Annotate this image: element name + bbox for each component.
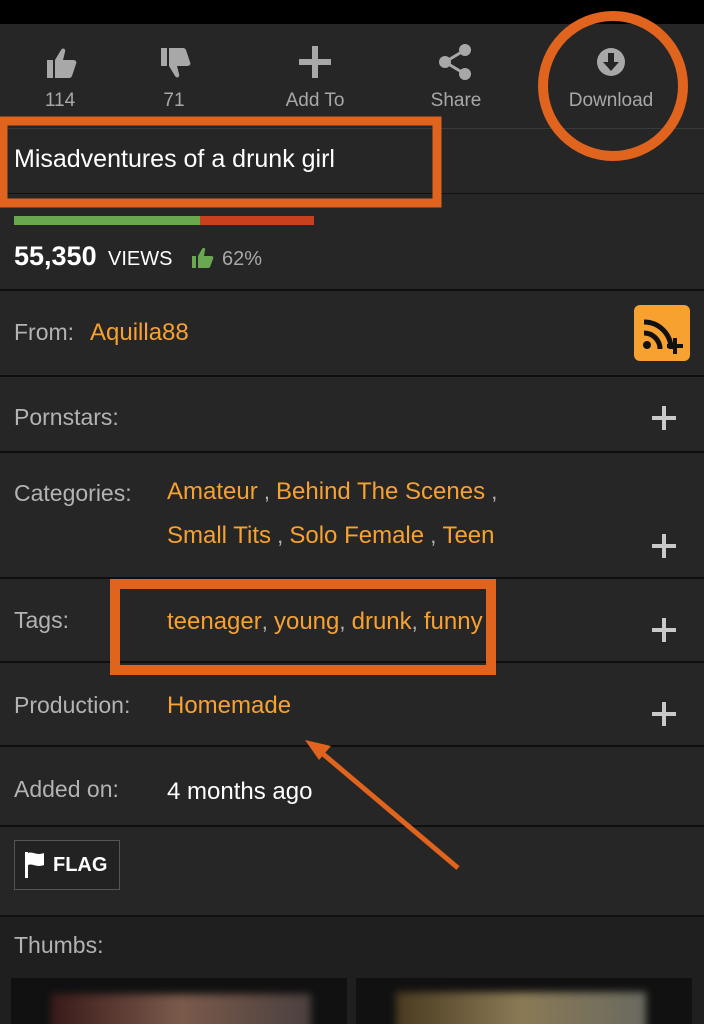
category-link[interactable]: Amateur xyxy=(167,478,258,505)
flag-button[interactable]: FLAG xyxy=(14,840,120,890)
tag-link[interactable]: teenager xyxy=(167,608,262,635)
dislike-count: 71 xyxy=(163,90,185,111)
uploader-link[interactable]: Aquilla88 xyxy=(90,319,189,347)
like-button[interactable]: 114 xyxy=(0,38,120,112)
add-tag-button[interactable] xyxy=(652,618,676,642)
plus-icon xyxy=(255,38,375,88)
pornstars-label: Pornstars: xyxy=(14,404,119,430)
views-label: VIEWS xyxy=(108,248,173,270)
thumbs-down-icon xyxy=(114,38,234,88)
like-count: 114 xyxy=(44,90,76,111)
thumbs-label: Thumbs: xyxy=(14,932,104,958)
download-icon xyxy=(551,38,671,88)
dislike-button[interactable]: 71 xyxy=(114,38,234,112)
share-button[interactable]: Share xyxy=(396,38,516,112)
rating-percent: 62% xyxy=(222,248,263,270)
tag-link[interactable]: drunk xyxy=(352,608,412,635)
category-link[interactable]: Behind The Scenes xyxy=(276,478,485,505)
rating-bar xyxy=(14,216,314,225)
category-link[interactable]: Teen xyxy=(442,522,494,549)
flag-label: FLAG xyxy=(53,854,108,876)
thumbs-up-icon xyxy=(0,38,120,88)
tags-list: teenager, young, drunk, funny xyxy=(167,608,483,635)
production-link[interactable]: Homemade xyxy=(167,692,291,720)
categories-label: Categories: xyxy=(14,480,132,506)
production-label: Production: xyxy=(14,692,131,718)
rating-bar-positive xyxy=(14,216,200,225)
add-production-button[interactable] xyxy=(652,702,676,726)
categories-row xyxy=(0,453,704,579)
thumbnail-2[interactable] xyxy=(356,978,692,1024)
download-button[interactable]: Download xyxy=(551,38,671,112)
rss-subscribe-icon xyxy=(643,319,683,354)
video-title: Misadventures of a drunk girl xyxy=(14,145,335,173)
add-to-button[interactable]: Add To xyxy=(255,38,375,112)
flag-icon xyxy=(25,852,44,878)
add-to-label: Add To xyxy=(285,90,345,111)
category-link[interactable]: Small Tits xyxy=(167,522,271,549)
tag-link[interactable]: funny xyxy=(424,608,483,635)
video-detail-page: 114 71 Add To Share Download Misadventur… xyxy=(0,0,704,1024)
added-on-label: Added on: xyxy=(14,776,119,802)
action-bar: 114 71 Add To Share Download xyxy=(0,24,704,129)
subscribe-button[interactable] xyxy=(634,305,690,361)
added-on-value: 4 months ago xyxy=(167,778,313,805)
status-bar xyxy=(0,0,704,24)
views-count: 55,350 xyxy=(14,241,97,271)
tags-label: Tags: xyxy=(14,607,69,633)
download-label: Download xyxy=(568,90,654,111)
tag-link[interactable]: young xyxy=(274,608,339,635)
category-link[interactable]: Solo Female xyxy=(289,522,424,549)
share-icon xyxy=(396,38,516,88)
rating-thumb-icon xyxy=(190,246,216,275)
add-pornstar-button[interactable] xyxy=(652,406,676,430)
thumbnail-1[interactable] xyxy=(11,978,347,1024)
add-category-button[interactable] xyxy=(652,534,676,558)
share-label: Share xyxy=(430,90,482,111)
from-label: From: xyxy=(14,319,75,345)
